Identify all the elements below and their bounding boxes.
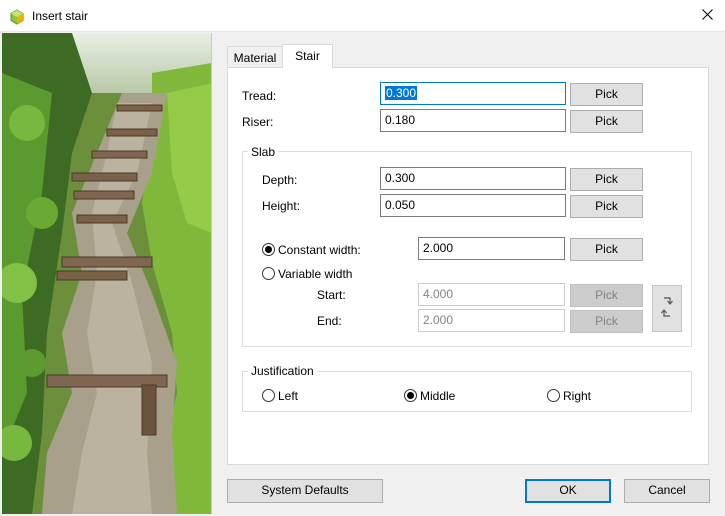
riser-input[interactable]: 0.180 <box>380 109 566 132</box>
depth-input[interactable]: 0.300 <box>380 167 566 190</box>
end-input[interactable]: 2.000 <box>418 309 565 332</box>
depth-pick-button[interactable]: Pick <box>570 168 643 191</box>
justify-left-label: Left <box>278 389 299 403</box>
justify-middle-label: Middle <box>420 389 456 403</box>
justification-group-title: Justification <box>248 364 317 378</box>
depth-label: Depth: <box>262 173 298 187</box>
tab-material[interactable]: Material <box>227 46 283 66</box>
variable-width-radio[interactable] <box>262 267 275 280</box>
tread-value: 0.300 <box>385 86 418 100</box>
slab-group-title: Slab <box>248 145 279 159</box>
close-button[interactable] <box>689 0 725 32</box>
riser-label: Riser: <box>242 115 274 129</box>
window-title: Insert stair <box>32 9 89 23</box>
system-defaults-button[interactable]: System Defaults <box>227 479 383 503</box>
height-label: Height: <box>262 199 301 213</box>
stair-preview-image <box>2 33 212 514</box>
riser-pick-button[interactable]: Pick <box>570 110 643 133</box>
end-label: End: <box>317 314 342 328</box>
constant-width-input[interactable]: 2.000 <box>418 237 565 260</box>
cancel-button[interactable]: Cancel <box>624 479 710 503</box>
close-icon <box>701 9 713 23</box>
variable-width-label: Variable width <box>278 267 353 281</box>
tread-pick-button[interactable]: Pick <box>570 83 643 106</box>
swap-width-button[interactable] <box>652 285 682 332</box>
constant-width-radio[interactable] <box>262 243 275 256</box>
justify-middle-radio[interactable] <box>404 389 417 402</box>
constant-width-label: Constant width: <box>278 243 361 257</box>
tread-input[interactable]: 0.300 <box>380 82 566 105</box>
app-logo-icon <box>9 9 25 25</box>
ok-button[interactable]: OK <box>525 479 611 503</box>
start-input[interactable]: 4.000 <box>418 283 565 306</box>
constant-width-pick-button[interactable]: Pick <box>570 238 643 261</box>
tab-stair[interactable]: Stair <box>282 44 333 68</box>
start-label: Start: <box>317 288 346 302</box>
justify-right-label: Right <box>563 389 592 403</box>
swap-arrows-icon <box>659 295 675 322</box>
start-pick-button[interactable]: Pick <box>570 284 643 307</box>
title-bar: Insert stair <box>0 0 725 32</box>
height-input[interactable]: 0.050 <box>380 194 566 217</box>
height-pick-button[interactable]: Pick <box>570 195 643 218</box>
end-pick-button[interactable]: Pick <box>570 310 643 333</box>
justify-left-radio[interactable] <box>262 389 275 402</box>
tread-label: Tread: <box>242 89 277 103</box>
justify-right-radio[interactable] <box>547 389 560 402</box>
